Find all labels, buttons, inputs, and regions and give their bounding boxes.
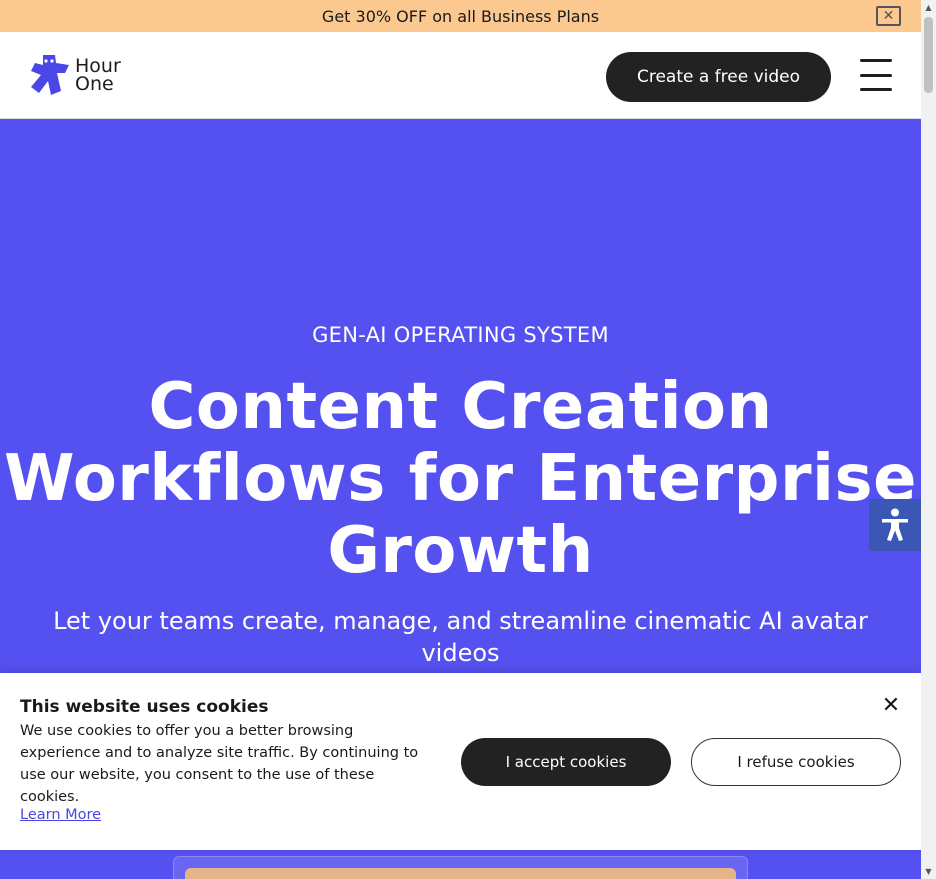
promo-text: Get 30% OFF on all Business Plans	[321, 6, 600, 26]
hero-subhead: Let your teams create, manage, and strea…	[53, 607, 868, 667]
video-preview-image[interactable]	[185, 868, 736, 879]
hero-headline-line-3: Growth	[327, 514, 594, 588]
hour-one-logo-icon	[31, 55, 69, 95]
scroll-down-arrow-icon[interactable]: ▼	[921, 864, 936, 879]
hero-headline: Content Creation Workflows for Enterpris…	[0, 371, 921, 587]
scrollbar-thumb[interactable]	[924, 17, 933, 93]
cookie-banner: This website uses cookies We use cookies…	[0, 673, 921, 850]
accessibility-icon	[882, 508, 908, 541]
cookie-text: We use cookies to offer you a better bro…	[20, 723, 419, 805]
promo-close-icon[interactable]: ✕	[876, 6, 901, 26]
logo[interactable]: Hour One	[29, 53, 121, 97]
video-preview-frame	[173, 856, 748, 879]
promo-banner: Get 30% OFF on all Business Plans ✕	[0, 0, 921, 32]
learn-more-link[interactable]: Learn More	[20, 807, 101, 823]
logo-wordmark: Hour One	[75, 57, 121, 95]
create-free-video-button[interactable]: Create a free video	[606, 52, 831, 102]
scroll-up-arrow-icon[interactable]: ▲	[921, 0, 936, 15]
refuse-cookies-button[interactable]: I refuse cookies	[691, 738, 901, 786]
cookie-close-icon[interactable]: ✕	[879, 693, 903, 718]
logo-line-2: One	[75, 73, 114, 95]
site-header: Hour One Create a free video	[0, 32, 921, 119]
hero-headline-line-1: Content Creation	[148, 370, 773, 444]
accept-cookies-button[interactable]: I accept cookies	[461, 738, 671, 786]
hero-headline-line-2: Workflows for Enterprise	[4, 442, 917, 516]
page-scrollbar[interactable]: ▲ ▼	[921, 0, 936, 879]
hamburger-menu-icon[interactable]	[860, 59, 892, 91]
hero-eyebrow: GEN-AI OPERATING SYSTEM	[312, 323, 609, 347]
accessibility-button[interactable]	[869, 499, 921, 551]
cookie-title: This website uses cookies	[20, 697, 269, 717]
